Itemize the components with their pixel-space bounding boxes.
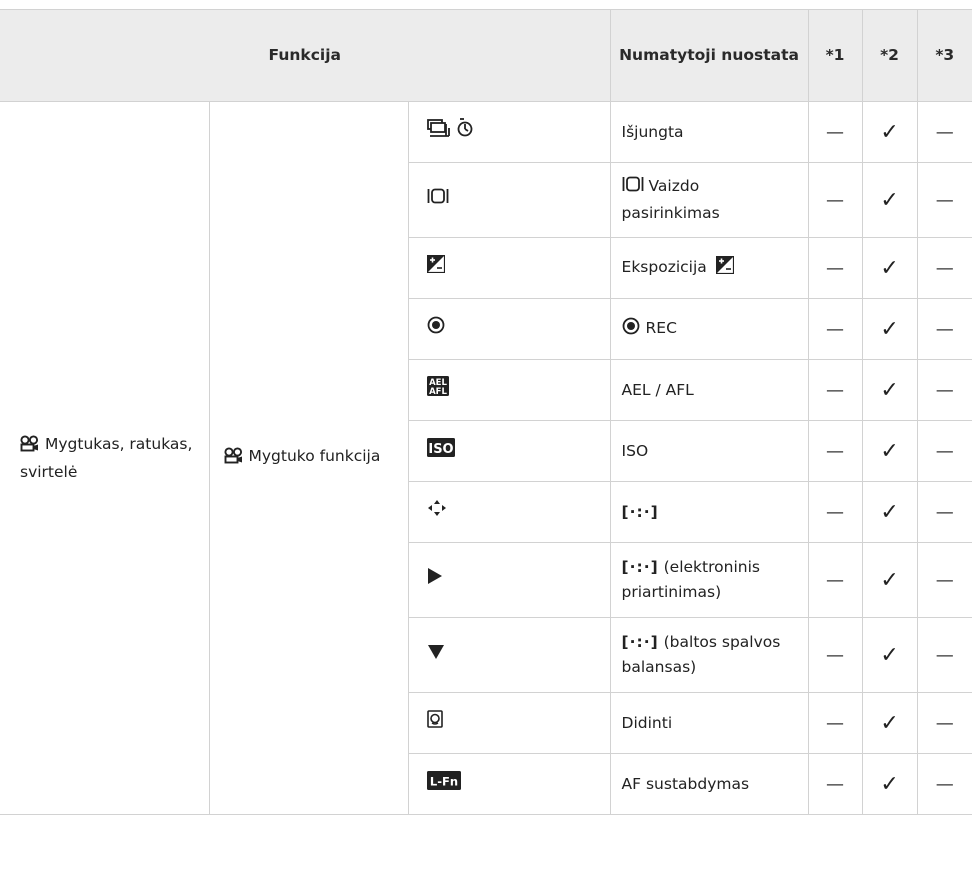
group-level1-cell: Mygtukas, ratukas, svirtelė [0,101,210,815]
rec-icon [427,316,445,342]
default-value: AEL / AFL [609,359,809,421]
default-value: Išjungta [609,101,809,163]
af-target-icon: [·:·] [621,502,659,521]
drive-selftimer-icon [426,118,479,146]
af-target-icon: [·:·] [621,633,659,651]
function-icon-cell: AEL AFL [408,359,611,421]
mark-c1: — [807,753,863,815]
function-icon-cell [408,542,611,618]
mark-c3: — [916,692,972,754]
check-icon: ✓ [861,101,918,163]
header-row: Funkcija Numatytoji nuostata *1 *2 *3 [0,9,972,102]
default-value: [·:·] [609,481,809,543]
mark-c1: — [807,542,863,618]
mark-c3: — [916,753,972,815]
mark-c3: — [916,237,972,299]
mark-c1: — [807,692,863,754]
default-text: REC [645,318,677,337]
function-icon-cell: L-Fn [408,753,611,815]
mark-c3: — [916,101,972,163]
movie-icon [20,434,39,460]
default-value: Didinti [609,692,809,754]
play-right-icon [427,567,443,593]
frame-select-icon [427,187,449,213]
check-icon: ✓ [861,542,918,618]
check-icon: ✓ [861,298,918,360]
check-icon: ✓ [861,162,918,238]
mark-c1: — [807,617,863,693]
mark-c1: — [807,162,863,238]
mark-c1: — [807,237,863,299]
settings-table: Funkcija Numatytoji nuostata *1 *2 *3 My… [0,9,972,815]
check-icon: ✓ [861,359,918,421]
function-icon-cell [408,692,611,754]
rec-icon [622,317,640,343]
triangle-down-icon [427,643,445,668]
mark-c1: — [807,481,863,543]
header-default: Numatytoji nuostata [609,9,809,102]
ael-afl-icon: AEL AFL [426,376,449,404]
l-fn-icon: L-Fn [426,770,461,798]
header-col-3: *3 [916,9,972,102]
group-level2-label: Mygtuko funkcija [248,447,381,465]
function-icon-cell [408,162,611,238]
function-icon-cell [408,237,611,299]
arrow-pad-icon [427,499,447,525]
default-value: ISO [609,420,809,482]
mark-c1: — [807,298,863,360]
function-icon-cell [408,298,611,360]
header-col-1: *1 [807,9,863,102]
group-level2-cell: Mygtuko funkcija [208,101,409,815]
default-value: AF sustabdymas [609,753,809,815]
mark-c3: — [916,420,972,482]
af-target-icon: [·:·] [621,558,659,576]
iso-label: ISO [428,442,453,457]
function-icon-cell: ISO [408,420,611,482]
movie-icon [223,447,243,472]
check-icon: ✓ [861,237,918,299]
default-value: Ekspozicija [609,237,809,299]
function-icon-cell [408,617,611,693]
default-value: REC [609,298,809,360]
function-icon-cell [408,481,611,543]
table-row: Mygtukas, ratukas, svirtelė Mygtuko funk… [0,101,972,815]
mark-c3: — [916,359,972,421]
exposure-comp-icon [715,255,734,282]
check-icon: ✓ [861,481,918,543]
check-icon: ✓ [861,420,918,482]
header-col-2: *2 [861,9,918,102]
exposure-comp-icon [426,254,445,281]
l-fn-label: L-Fn [429,774,457,788]
mark-c3: — [916,481,972,543]
mark-c1: — [807,101,863,163]
magnify-icon [426,710,443,736]
mark-c1: — [807,359,863,421]
default-value: [·:·] (baltos spalvos balansas) [609,617,809,693]
header-function: Funkcija [0,9,611,102]
check-icon: ✓ [861,617,918,693]
frame-select-icon [622,175,644,201]
default-text: Ekspozicija [621,257,707,276]
default-value: [·:·] (elektroninis priartinimas) [609,542,809,618]
afl-label: AFL [429,387,447,396]
mark-c3: — [916,162,972,238]
mark-c3: — [916,617,972,693]
mark-c3: — [916,542,972,618]
group-level1-label: Mygtukas, ratukas, svirtelė [20,434,193,481]
default-value: Vaizdo pasirinkimas [609,162,809,238]
check-icon: ✓ [861,753,918,815]
mark-c3: — [916,298,972,360]
check-icon: ✓ [861,692,918,754]
iso-icon: ISO [426,437,455,465]
function-icon-cell [407,101,611,163]
mark-c1: — [807,420,863,482]
